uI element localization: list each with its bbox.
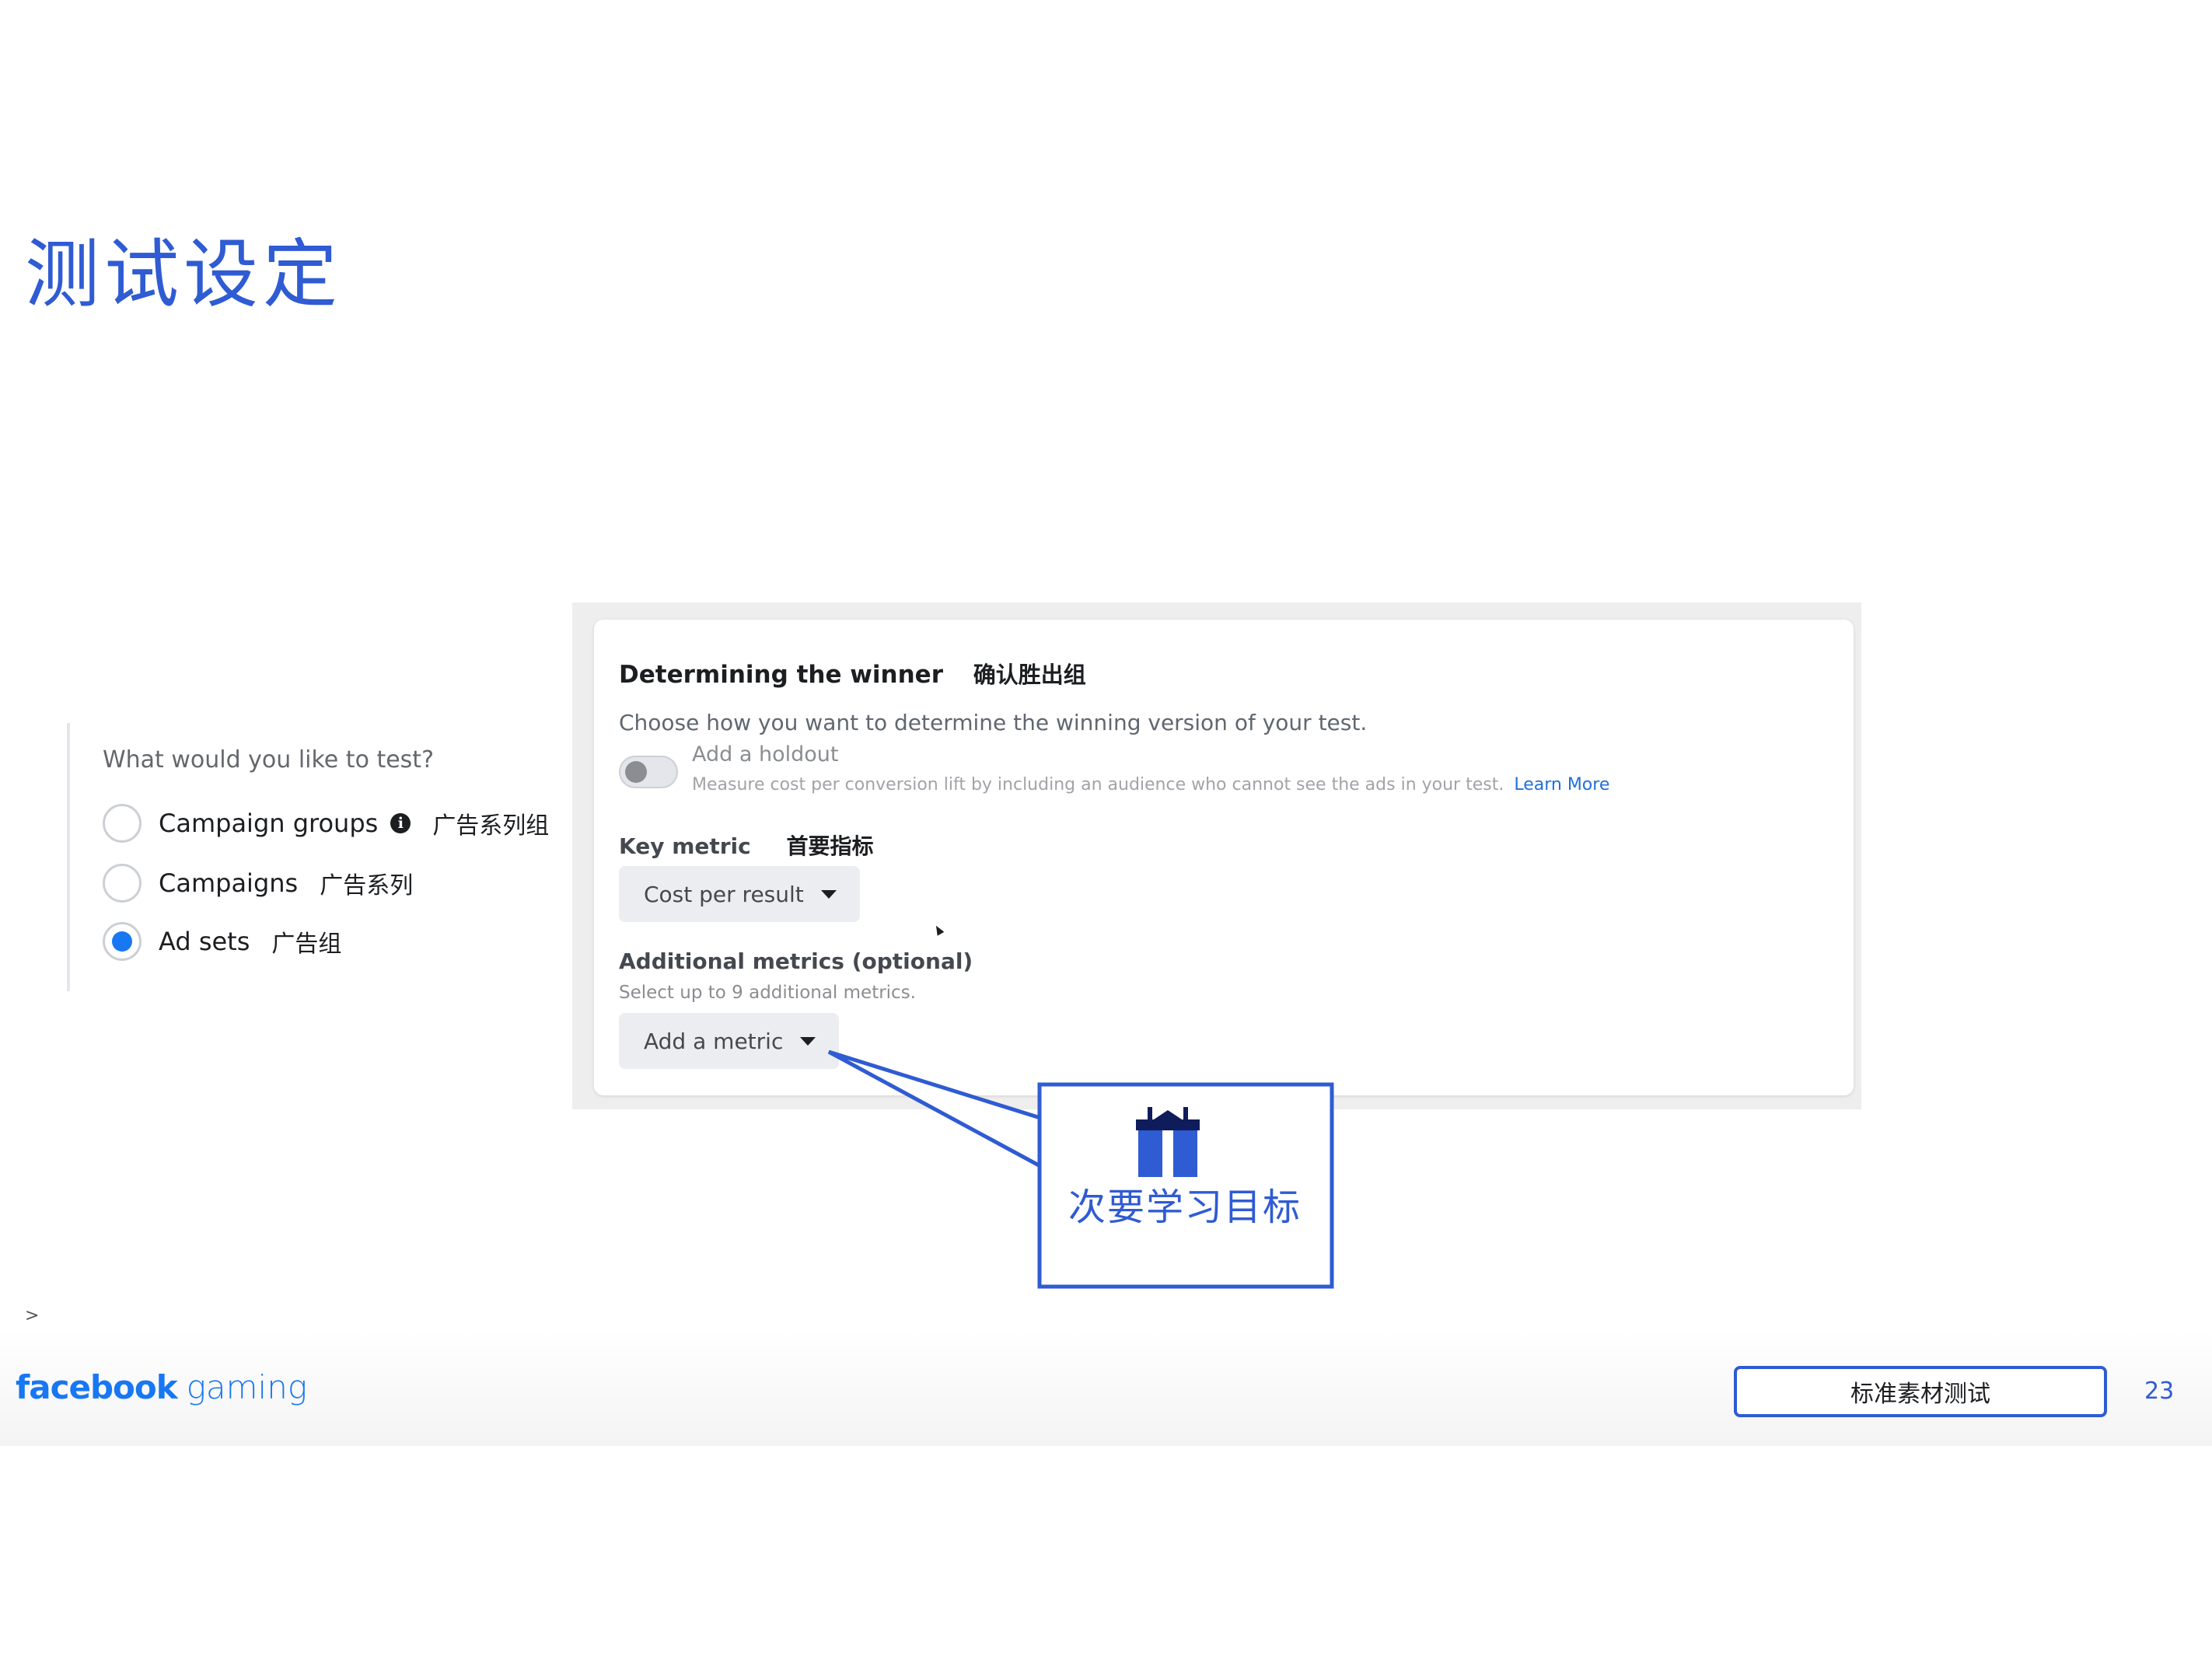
radio-label: Campaigns	[159, 868, 299, 898]
key-metric-value: Cost per result	[644, 881, 804, 907]
toggle-knob	[625, 761, 647, 783]
key-metric-heading: Key metric 首要指标	[619, 830, 874, 861]
page-title: 测试设定	[25, 231, 342, 318]
winner-settings-card: Determining the winner 确认胜出组 Choose how …	[594, 620, 1854, 1095]
footer-tag: 标准素材测试	[1734, 1366, 2107, 1417]
add-metric-label: Add a metric	[644, 1028, 784, 1054]
section-title-note: 确认胜出组	[973, 662, 1086, 688]
callout-label: 次要学习目标	[1068, 1186, 1302, 1229]
add-metric-dropdown[interactable]: Add a metric	[619, 1013, 840, 1069]
test-question: What would you like to test?	[103, 746, 434, 774]
winner-settings-frame: Determining the winner 确认胜出组 Choose how …	[572, 602, 1861, 1109]
holdout-toggle[interactable]	[619, 756, 678, 788]
chevron-right-icon: >	[25, 1306, 40, 1325]
info-icon[interactable]: i	[390, 813, 411, 833]
radio-label: Campaign groups	[159, 809, 379, 838]
brand-logo: facebook gaming	[16, 1368, 307, 1406]
brand-name: facebook	[16, 1368, 178, 1406]
radio-option-campaign-groups[interactable]: Campaign groups i 广告系列组	[103, 801, 549, 846]
key-metric-dropdown[interactable]: Cost per result	[619, 866, 860, 922]
section-title-text: Determining the winner	[619, 661, 943, 689]
additional-metrics-help: Select up to 9 additional metrics.	[619, 983, 916, 1003]
radio-button[interactable]	[103, 804, 142, 843]
radio-button[interactable]	[103, 864, 142, 903]
option-note: 广告组	[271, 931, 342, 958]
brand-subname: gaming	[186, 1368, 308, 1406]
page-number: 23	[2144, 1378, 2175, 1405]
key-metric-note: 首要指标	[786, 833, 874, 859]
learn-more-link[interactable]: Learn More	[1514, 775, 1609, 795]
option-note: 广告系列	[320, 872, 414, 899]
key-metric-label: Key metric	[619, 833, 751, 859]
radio-option-campaigns[interactable]: Campaigns 广告系列	[103, 861, 413, 906]
holdout-label: Add a holdout	[692, 742, 839, 767]
radio-label: Ad sets	[159, 927, 250, 956]
caret-down-icon	[800, 1036, 816, 1046]
additional-metrics-label: Additional metrics (optional)	[619, 948, 973, 974]
radio-option-ad-sets[interactable]: Ad sets 广告组	[103, 919, 341, 964]
test-level-selector: What would you like to test? Campaign gr…	[67, 723, 568, 991]
holdout-description-text: Measure cost per conversion lift by incl…	[692, 775, 1504, 795]
radio-button-selected[interactable]	[103, 922, 142, 961]
section-description: Choose how you want to determine the win…	[619, 710, 1368, 735]
section-title: Determining the winner 确认胜出组	[619, 657, 1086, 690]
option-note: 广告系列组	[432, 812, 550, 840]
caret-down-icon	[820, 889, 837, 899]
holdout-description: Measure cost per conversion lift by incl…	[692, 775, 1609, 795]
